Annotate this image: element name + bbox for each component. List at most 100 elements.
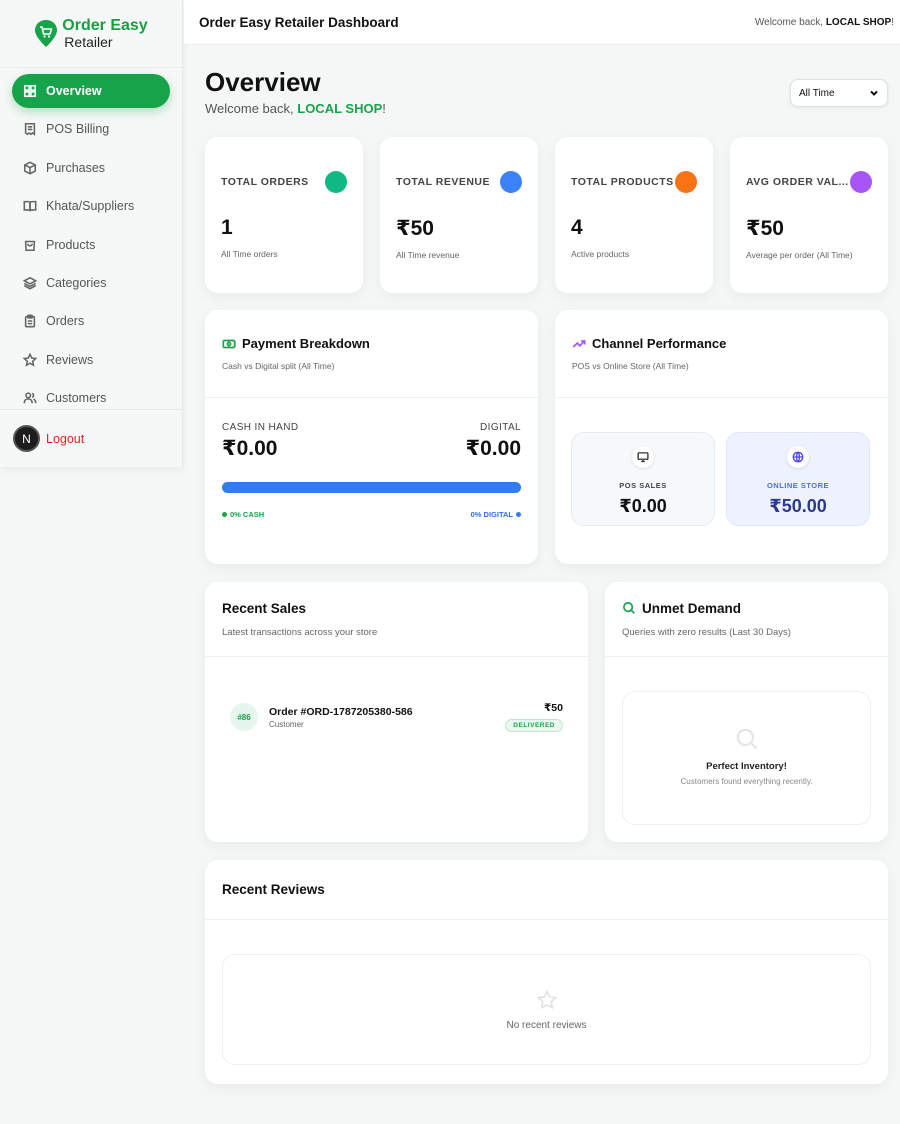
page-subtitle-prefix: Welcome back, <box>205 101 298 116</box>
search-icon <box>623 602 635 614</box>
online-store-label: ONLINE STORE <box>766 481 830 490</box>
recent-sales-card: Recent Sales Latest transactions across … <box>205 582 588 842</box>
no-reviews-text: No recent reviews <box>506 1020 587 1031</box>
online-store-box: ONLINE STORE ₹50.00 <box>726 432 870 526</box>
empty-state-subtitle: Customers found everything recently. <box>680 777 813 786</box>
empty-state-title: Perfect Inventory! <box>706 761 787 772</box>
channel-performance-card: Channel Performance POS vs Online Store … <box>555 310 888 564</box>
online-store-value: ₹50.00 <box>769 496 827 516</box>
period-select[interactable]: All Time <box>790 79 888 107</box>
cash-value: ₹0.00 <box>222 437 278 460</box>
globe-icon <box>792 451 804 463</box>
period-select-value: All Time <box>799 87 835 99</box>
channel-title: Channel Performance <box>592 336 727 351</box>
payment-breakdown-card: Payment Breakdown Cash vs Digital split … <box>205 310 538 564</box>
stat-card-total-orders: TOTAL ORDERS 1 All Time orders <box>205 137 363 293</box>
payment-subtitle: Cash vs Digital split (All Time) <box>222 361 335 371</box>
stat-dot-icon <box>500 171 522 193</box>
logout-button[interactable]: Logout <box>46 432 84 446</box>
cart-pin-logo-icon <box>35 19 58 47</box>
payment-split-bar <box>222 482 521 493</box>
sidebar-item-purchases[interactable]: Purchases <box>12 151 170 185</box>
stat-label: TOTAL REVENUE <box>396 176 491 188</box>
sidebar-item-label: Orders <box>46 314 85 329</box>
stat-note: All Time orders <box>221 249 278 259</box>
stat-value: ₹50 <box>396 217 434 240</box>
layers-icon <box>23 276 37 290</box>
sidebar-item-label: Reviews <box>46 352 94 367</box>
sidebar: Order Easy Retailer Overview POS Billing… <box>0 0 183 467</box>
pos-sales-box: POS SALES ₹0.00 <box>571 432 715 526</box>
sidebar-item-khata-suppliers[interactable]: Khata/Suppliers <box>12 189 170 223</box>
order-amount: ₹50 <box>544 702 563 714</box>
stat-card-total-revenue: TOTAL REVENUE ₹50 All Time revenue <box>380 137 538 293</box>
stat-label: AVG ORDER VAL... <box>746 176 849 188</box>
stat-label: TOTAL PRODUCTS <box>571 176 674 188</box>
monitor-icon <box>637 452 649 463</box>
search-icon <box>736 728 758 750</box>
digital-percent-label: 0% DIGITAL <box>470 510 513 519</box>
star-icon <box>536 989 557 1010</box>
sidebar-item-orders[interactable]: Orders <box>12 304 170 338</box>
receipt-icon <box>24 123 36 137</box>
brand-logo-area[interactable]: Order Easy Retailer <box>0 0 182 68</box>
stat-label: TOTAL ORDERS <box>221 176 309 188</box>
header-welcome: Welcome back, LOCAL SHOP! <box>755 17 894 28</box>
unmet-demand-card: Unmet Demand Queries with zero results (… <box>605 582 888 842</box>
book-icon <box>23 201 37 212</box>
unmet-demand-title: Unmet Demand <box>642 600 742 616</box>
sidebar-item-label: Products <box>46 237 96 252</box>
sidebar-item-label: Customers <box>46 391 107 406</box>
stat-note: All Time revenue <box>396 250 460 260</box>
sidebar-item-products[interactable]: Products <box>12 228 170 262</box>
stat-dot-icon <box>675 171 697 193</box>
sidebar-item-label: Categories <box>46 275 107 290</box>
recent-reviews-card: Recent Reviews No recent reviews <box>205 860 888 1084</box>
sidebar-item-label: POS Billing <box>46 122 110 137</box>
blue-dot-icon <box>516 512 521 517</box>
recent-reviews-title: Recent Reviews <box>222 882 325 897</box>
sidebar-item-overview[interactable]: Overview <box>12 74 170 108</box>
sidebar-item-pos-billing[interactable]: POS Billing <box>12 112 170 146</box>
brand-subtitle: Retailer <box>64 34 113 50</box>
cash-percent-label: 0% CASH <box>230 510 265 519</box>
order-id: Order #ORD-1787205380-586 <box>269 705 413 718</box>
reviews-empty-state: No recent reviews <box>222 954 871 1065</box>
recent-sales-subtitle: Latest transactions across your store <box>222 626 378 638</box>
sidebar-item-reviews[interactable]: Reviews <box>12 343 170 377</box>
top-header: Order Easy Retailer Dashboard Welcome ba… <box>184 0 900 45</box>
chevron-down-icon <box>870 90 878 96</box>
stat-note: Average per order (All Time) <box>746 250 853 260</box>
digital-percent-legend: 0% DIGITAL <box>471 510 521 519</box>
sidebar-item-categories[interactable]: Categories <box>12 266 170 300</box>
sidebar-item-label: Khata/Suppliers <box>46 199 135 214</box>
recent-sales-title: Recent Sales <box>222 600 307 616</box>
header-shop-name: LOCAL SHOP <box>825 16 892 28</box>
sidebar-nav: Overview POS Billing Purchases Khata/Sup… <box>0 68 182 415</box>
page-title: Overview <box>205 67 321 97</box>
header-title: Order Easy Retailer Dashboard <box>199 14 399 30</box>
header-welcome-prefix: Welcome back, <box>754 16 826 28</box>
page-subtitle-suffix: ! <box>382 101 386 116</box>
green-dot-icon <box>222 512 227 517</box>
page-shop-name: LOCAL SHOP <box>297 101 383 116</box>
grid-icon <box>23 84 37 98</box>
trending-up-icon <box>572 339 586 348</box>
stat-value: 1 <box>221 216 233 239</box>
clipboard-icon <box>24 314 36 328</box>
table-row[interactable]: #86 Order #ORD-1787205380-586 Customer ₹… <box>205 702 588 732</box>
cash-icon <box>222 339 236 348</box>
page-subtitle: Welcome back, LOCAL SHOP! <box>205 101 386 116</box>
stat-value: ₹50 <box>746 217 784 240</box>
avatar[interactable]: N <box>13 425 40 452</box>
pos-sales-label: POS SALES <box>619 481 667 490</box>
users-icon <box>23 392 37 404</box>
cash-percent-legend: 0% CASH <box>222 510 264 519</box>
payment-title: Payment Breakdown <box>242 336 370 351</box>
stat-value: 4 <box>571 216 583 239</box>
cash-label: CASH IN HAND <box>222 422 299 433</box>
sidebar-item-label: Overview <box>46 84 102 98</box>
star-icon <box>23 352 37 367</box>
stat-note: Active products <box>571 249 630 259</box>
box-icon <box>23 161 37 175</box>
